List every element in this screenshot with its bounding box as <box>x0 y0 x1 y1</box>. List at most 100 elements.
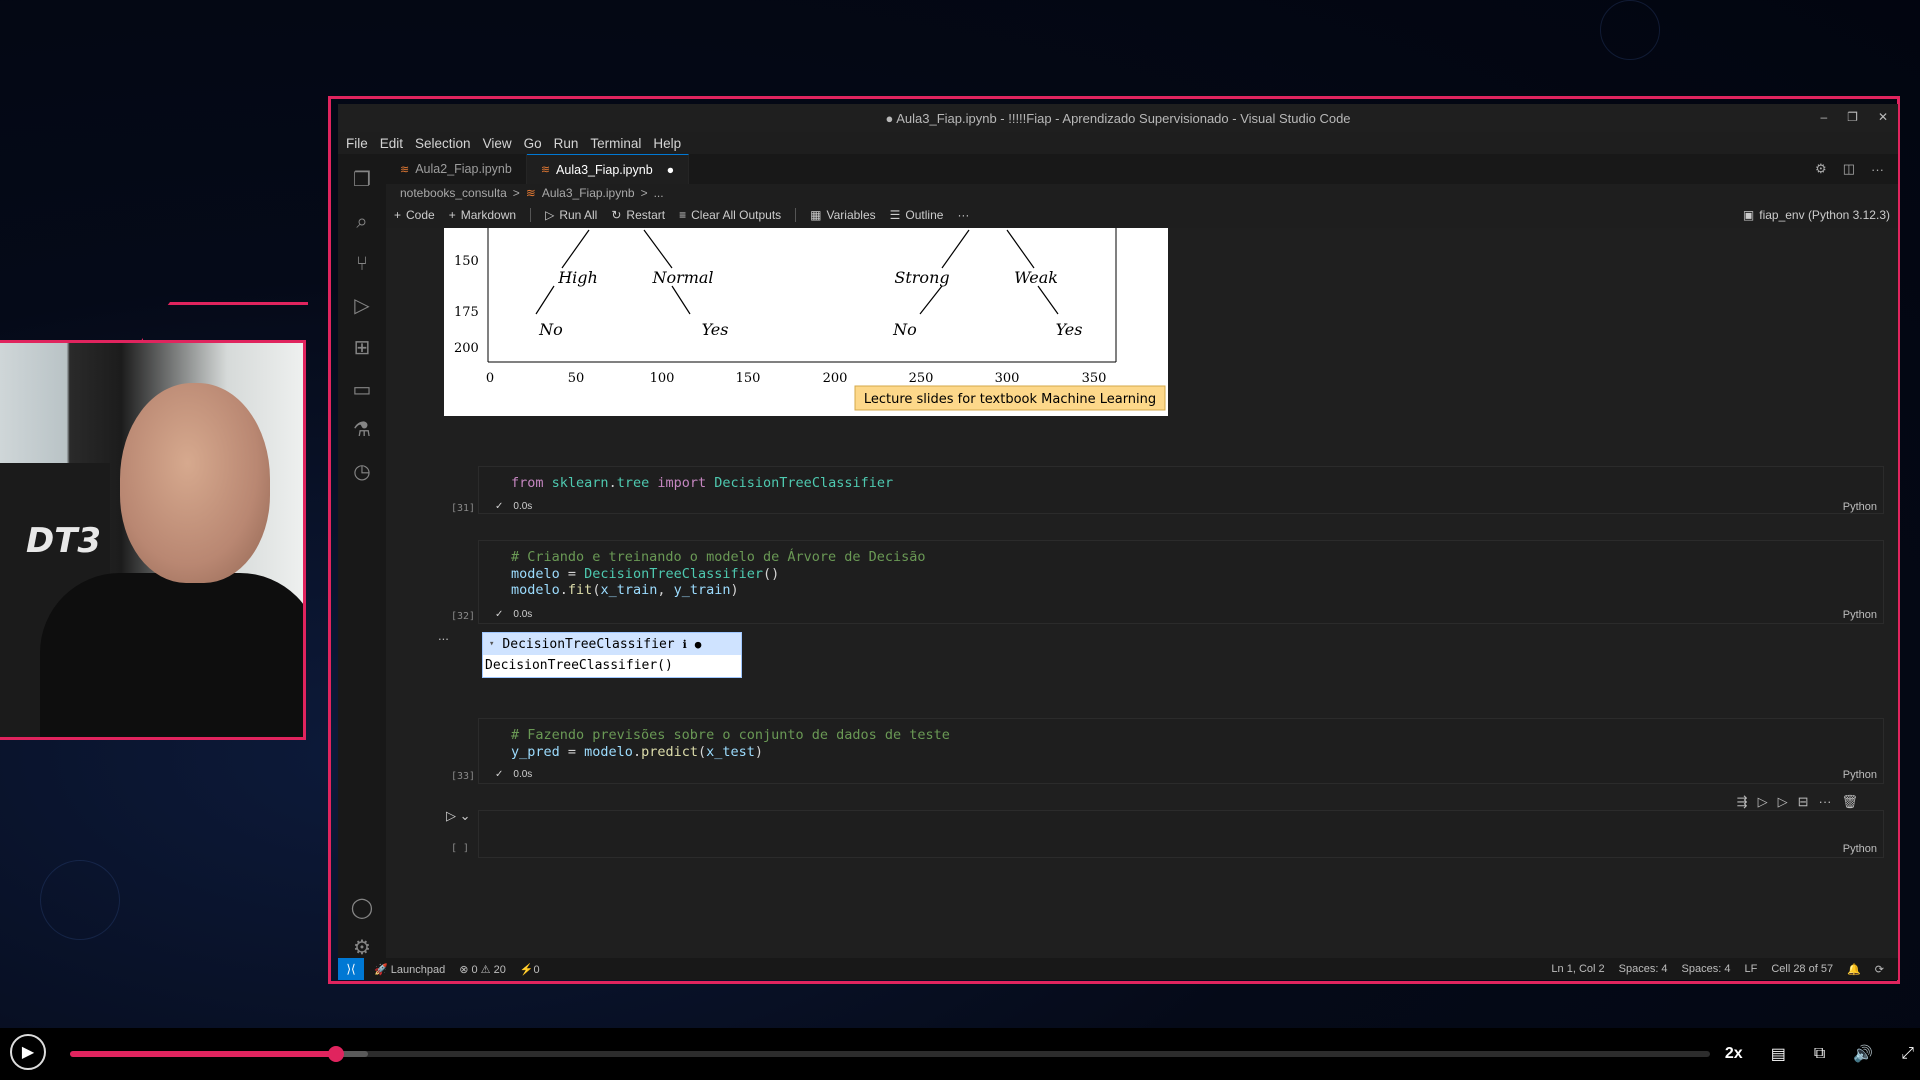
cursor-position[interactable]: Ln 1, Col 2 <box>1551 963 1604 975</box>
cell-source[interactable]: # Criando e treinando o modelo de Árvore… <box>479 541 1883 599</box>
cell-language[interactable]: Python <box>1843 609 1877 621</box>
execute-below-icon[interactable]: ▷ <box>1778 794 1788 810</box>
indentation[interactable]: Spaces: 4 <box>1619 963 1668 975</box>
restart-button[interactable]: ↻ Restart <box>611 208 665 222</box>
settings-gear-icon[interactable]: ⚙ <box>350 936 374 960</box>
bell-icon[interactable]: 🔔 <box>1847 963 1861 976</box>
info-icon[interactable]: ℹ <box>683 638 687 651</box>
node-label: High <box>557 268 598 287</box>
sync-icon[interactable]: ⟳ <box>1875 963 1884 976</box>
check-icon: ✓ <box>495 769 504 780</box>
window-controls: – ❐ ✕ <box>1820 110 1888 124</box>
run-all-button[interactable]: ▷ Run All <box>545 208 597 222</box>
indentation-secondary[interactable]: Spaces: 4 <box>1682 963 1731 975</box>
outline-icon: ☰ <box>889 208 901 222</box>
delete-cell-icon[interactable]: 🗑 <box>1841 794 1858 810</box>
outline-button[interactable]: ☰ Outline <box>890 208 944 222</box>
tab-aula3[interactable]: ≋ Aula3_Fiap.ipynb ● <box>526 154 690 184</box>
problems-item[interactable]: ⊗ 0 ⚠ 20 <box>459 963 506 976</box>
menu-run[interactable]: Run <box>554 136 579 151</box>
y-ticks: 150 175 200 <box>454 254 479 356</box>
notebook-toolbar: + Code + Markdown ▷ Run All ↻ Restart ≡ Clear… <box>386 204 1898 226</box>
tab-aula2[interactable]: ≋ Aula2_Fiap.ipynb <box>386 154 527 184</box>
execute-above-icon[interactable]: ▷ <box>1758 794 1768 810</box>
add-markdown-button[interactable]: + Markdown <box>449 208 516 222</box>
status-bar: ⟩⟨ 🚀 Launchpad ⊗ 0 ⚠ 20 ⚡0 Ln 1, Col 2 S… <box>338 958 1898 980</box>
cell-language[interactable]: Python <box>1843 501 1877 513</box>
restore-icon[interactable]: ❐ <box>1847 110 1858 124</box>
clear-outputs-button[interactable]: ≡ Clear All Outputs <box>679 208 781 222</box>
menu-edit[interactable]: Edit <box>380 136 403 151</box>
code-cell-32[interactable]: # Criando e treinando o modelo de Árvore… <box>451 540 1884 624</box>
timeline-icon[interactable]: ◷ <box>350 460 374 484</box>
explorer-icon[interactable]: ❐ <box>350 168 374 192</box>
end-of-line[interactable]: LF <box>1744 963 1757 975</box>
picture-in-picture-icon[interactable]: ⧉ <box>1814 1045 1825 1063</box>
code-cell-31[interactable]: from sklearn.tree import DecisionTreeCla… <box>451 466 1884 514</box>
breadcrumb-folder[interactable]: notebooks_consulta <box>400 186 507 200</box>
testing-icon[interactable]: ⚗ <box>350 418 374 442</box>
close-icon[interactable]: ✕ <box>1878 110 1888 124</box>
menu-view[interactable]: View <box>483 136 512 151</box>
more-actions-icon[interactable]: ··· <box>1871 162 1884 177</box>
tree-edges <box>535 229 1059 315</box>
variables-button[interactable]: ▦ Variables <box>810 208 875 222</box>
kernel-picker[interactable]: ▣ fiap_env (Python 3.12.3) <box>1743 204 1890 226</box>
toolbar-more-button[interactable]: ··· <box>957 208 969 222</box>
menu-file[interactable]: File <box>346 136 368 151</box>
breadcrumb-more[interactable]: ... <box>654 186 664 200</box>
code-cell-33[interactable]: # Fazendo previsões sobre o conjunto de … <box>451 718 1884 784</box>
breadcrumb-file[interactable]: Aula3_Fiap.ipynb <box>542 186 635 200</box>
remote-explorer-icon[interactable]: ▭ <box>350 378 374 402</box>
progress-track[interactable] <box>70 1046 1710 1062</box>
volume-icon[interactable]: 🔊 <box>1853 1044 1873 1064</box>
play-button[interactable]: ▶ <box>10 1034 46 1070</box>
remote-indicator-icon[interactable]: ⟩⟨ <box>338 958 364 980</box>
output-more-button[interactable]: ... <box>438 628 449 643</box>
x-tick: 150 <box>736 371 761 386</box>
estimator-widget[interactable]: ▾ DecisionTreeClassifier ℹ ● DecisionTre… <box>482 632 742 678</box>
launchpad-item[interactable]: 🚀 Launchpad <box>374 963 445 976</box>
cell-language[interactable]: Python <box>1843 843 1877 855</box>
extensions-icon[interactable]: ⊞ <box>350 336 374 360</box>
cell-indicator[interactable]: Cell 28 of 57 <box>1771 963 1833 975</box>
split-cell-icon[interactable]: ⊟ <box>1798 794 1809 810</box>
node-label: Weak <box>1014 268 1058 287</box>
caption-text: Lecture slides for textbook Machine Lear… <box>864 392 1156 407</box>
menu-terminal[interactable]: Terminal <box>590 136 641 151</box>
ports-item[interactable]: ⚡0 <box>520 963 540 976</box>
execution-count: [31] <box>451 503 476 514</box>
progress-handle[interactable] <box>327 1046 344 1062</box>
execution-count: [33] <box>451 771 476 782</box>
unsaved-dot[interactable]: ● <box>667 163 675 177</box>
fullscreen-icon[interactable]: ⤢ <box>1901 1045 1914 1063</box>
widget-header[interactable]: ▾ DecisionTreeClassifier ℹ ● <box>483 633 741 655</box>
cell-source[interactable]: from sklearn.tree import DecisionTreeCla… <box>479 467 1883 492</box>
split-editor-icon[interactable]: ◫ <box>1843 161 1855 177</box>
restart-label: Restart <box>626 208 666 222</box>
cell-more-icon[interactable]: ··· <box>1818 794 1831 810</box>
kernel-icon: ▣ <box>1742 208 1755 222</box>
menu-go[interactable]: Go <box>524 136 542 151</box>
source-control-icon[interactable]: ⑂ <box>350 252 374 276</box>
status-right: Ln 1, Col 2 Spaces: 4 Spaces: 4 LF Cell … <box>1551 963 1898 976</box>
add-code-button[interactable]: + Code <box>394 208 435 222</box>
menu-selection[interactable]: Selection <box>415 136 471 151</box>
search-icon[interactable]: ⌕ <box>350 210 374 234</box>
run-debug-icon[interactable]: ▷ <box>350 294 374 318</box>
webcam-feed: DT3 <box>0 340 306 740</box>
notebook-settings-icon[interactable]: ⚙ <box>1815 161 1827 177</box>
captions-icon[interactable]: ▤ <box>1771 1044 1786 1064</box>
menu-help[interactable]: Help <box>653 136 681 151</box>
minimize-icon[interactable]: – <box>1820 110 1827 124</box>
account-icon[interactable]: ◯ <box>350 896 374 920</box>
cell-language[interactable]: Python <box>1843 769 1877 781</box>
clear-icon: ≡ <box>679 208 687 222</box>
playback-speed[interactable]: 2x <box>1725 1045 1743 1063</box>
plus-icon: + <box>448 208 456 222</box>
notebook-icon: ≋ <box>540 164 551 176</box>
empty-code-cell[interactable]: [ ] Python <box>451 810 1884 858</box>
run-by-line-icon[interactable]: ⇶ <box>1737 794 1748 810</box>
cell-source[interactable]: # Fazendo previsões sobre o conjunto de … <box>479 719 1883 760</box>
run-cell-button[interactable]: ▷ ⌄ <box>446 808 471 824</box>
